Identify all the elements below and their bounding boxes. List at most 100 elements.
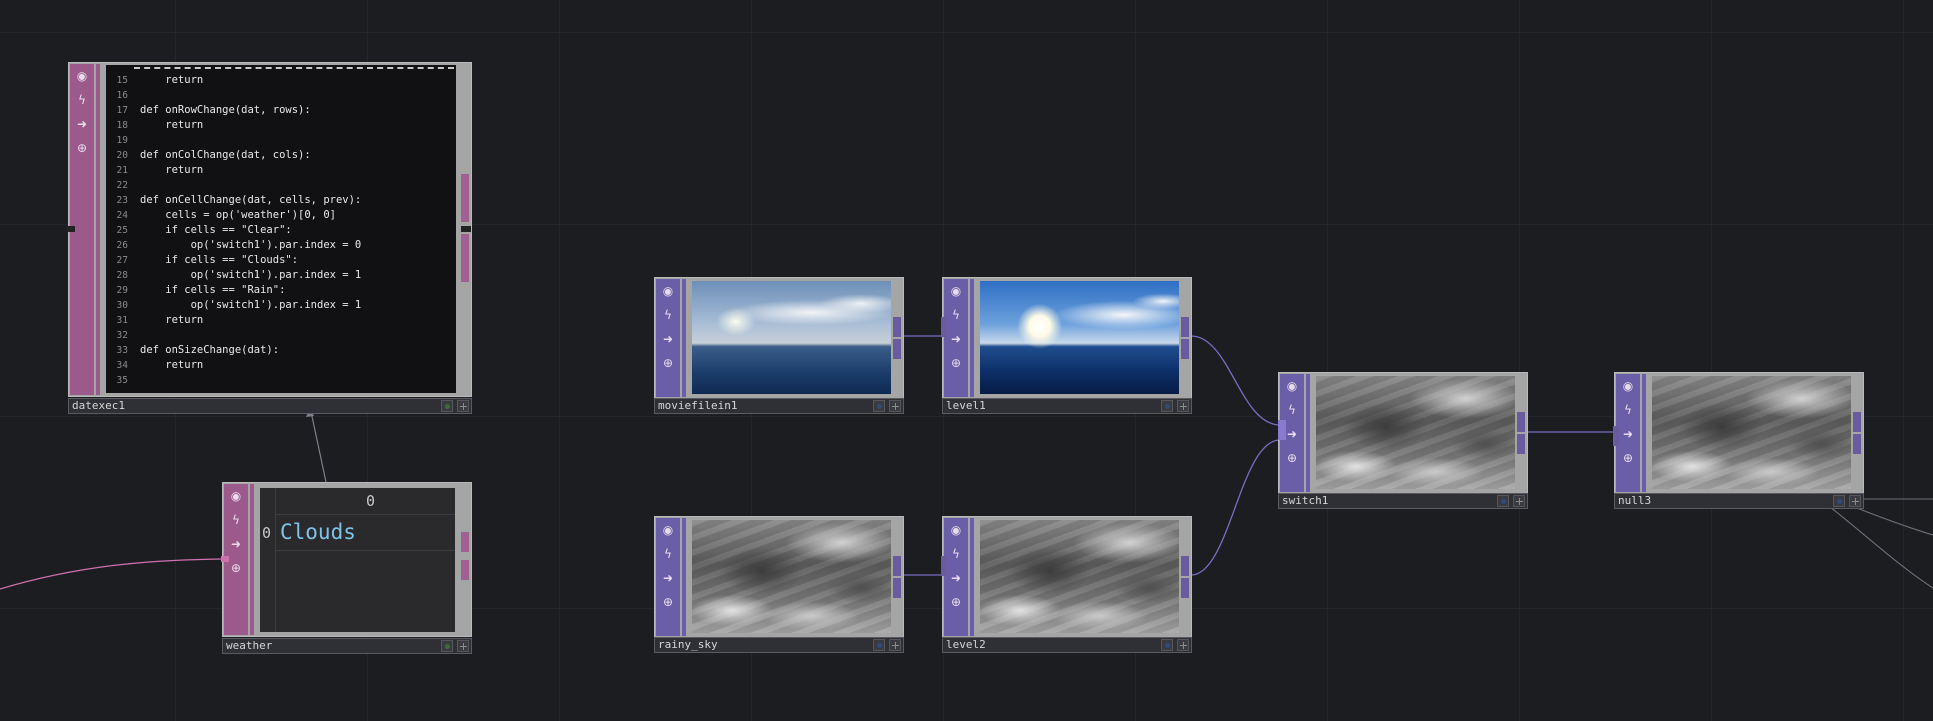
node-plus-button[interactable] [889,639,901,651]
output-port[interactable] [1853,434,1861,454]
code-line[interactable]: 18 return [106,118,456,133]
output-port[interactable] [461,560,469,580]
cook-icon[interactable]: ϟ [74,92,90,108]
node-name-bar[interactable]: switch1 [1278,493,1528,509]
node-bypass-button[interactable] [1161,639,1173,651]
moviefilein1-image-viewer[interactable] [692,281,891,394]
cook-icon[interactable]: ϟ [948,546,964,562]
output-port[interactable] [1181,556,1189,576]
node-name-bar[interactable]: level2 [942,637,1192,653]
output-port[interactable] [461,234,469,282]
lock-icon[interactable]: ⊕ [228,560,244,576]
viewer-toggle-icon[interactable]: ◉ [1620,378,1636,394]
code-line[interactable]: 27 if cells == "Clouds": [106,253,456,268]
output-port[interactable] [1181,317,1189,337]
node-datexec1[interactable]: ◉ ϟ ➜ ⊕ 15 return 16 17 def onRowChange(dat… [67,62,472,415]
code-line[interactable]: 19 [106,133,456,148]
node-name-bar[interactable]: weather [222,638,472,654]
node-rainy-sky[interactable]: ◉ ϟ ➜ ⊕ rainy_sky [654,516,904,656]
output-port[interactable] [1181,339,1189,359]
level2-image-viewer[interactable] [980,520,1179,633]
node-plus-button[interactable] [1849,495,1861,507]
node-plus-button[interactable] [457,640,469,652]
code-line[interactable]: 29 if cells == "Rain": [106,283,456,298]
node-bypass-button[interactable] [1833,495,1845,507]
export-arrow-icon[interactable]: ➜ [948,331,964,347]
viewer-toggle-icon[interactable]: ◉ [948,522,964,538]
code-line[interactable]: 22 [106,178,456,193]
node-bypass-button[interactable] [441,400,453,412]
viewer-toggle-icon[interactable]: ◉ [660,283,676,299]
input-port[interactable] [67,226,75,232]
viewer-toggle-icon[interactable]: ◉ [1284,378,1300,394]
wire-level2-to-switch1[interactable] [1190,439,1281,576]
output-port[interactable] [893,578,901,598]
export-arrow-icon[interactable]: ➜ [74,116,90,132]
switch1-image-viewer[interactable] [1316,376,1515,489]
input-port[interactable] [941,556,947,576]
output-port[interactable] [893,317,901,337]
node-bypass-button[interactable] [873,639,885,651]
datexec1-code-viewer[interactable]: 15 return 16 17 def onRowChange(dat, rows):… [106,65,456,393]
cook-icon[interactable]: ϟ [228,512,244,528]
node-switch1[interactable]: ◉ ϟ ➜ ⊕ switch1 [1278,372,1528,512]
output-port[interactable] [893,339,901,359]
viewer-toggle-icon[interactable]: ◉ [948,283,964,299]
lock-icon[interactable]: ⊕ [74,140,90,156]
cook-icon[interactable]: ϟ [1284,402,1300,418]
node-bypass-button[interactable] [441,640,453,652]
code-line[interactable]: 16 [106,88,456,103]
code-line[interactable]: 35 [106,373,456,388]
lock-icon[interactable]: ⊕ [1284,450,1300,466]
code-line[interactable]: 26 op('switch1').par.index = 0 [106,238,456,253]
node-name-bar[interactable]: datexec1 [68,398,472,414]
weather-table-viewer[interactable]: 0 0 Clouds [260,488,455,632]
lock-icon[interactable]: ⊕ [948,594,964,610]
export-arrow-icon[interactable]: ➜ [228,536,244,552]
export-arrow-icon[interactable]: ➜ [1284,426,1300,442]
code-line[interactable]: 30 op('switch1').par.index = 1 [106,298,456,313]
null3-image-viewer[interactable] [1652,376,1851,489]
cook-icon[interactable]: ϟ [1620,402,1636,418]
node-name-bar[interactable]: moviefilein1 [654,398,904,414]
code-line[interactable]: 23 def onCellChange(dat, cells, prev): [106,193,456,208]
viewer-toggle-icon[interactable]: ◉ [228,488,244,504]
table-cell[interactable]: Clouds [280,517,356,547]
node-bypass-button[interactable] [1497,495,1509,507]
cook-icon[interactable]: ϟ [948,307,964,323]
output-port[interactable] [893,556,901,576]
code-line[interactable]: 31 return [106,313,456,328]
node-name-bar[interactable]: null3 [1614,493,1864,509]
node-weather[interactable]: ◉ ϟ ➜ ⊕ 0 0 Clouds weather [221,482,472,655]
code-line[interactable]: 25 if cells == "Clear": [106,223,456,238]
export-arrow-icon[interactable]: ➜ [660,570,676,586]
node-null3[interactable]: ◉ ϟ ➜ ⊕ null3 [1613,372,1864,512]
input-port[interactable] [941,317,947,337]
node-plus-button[interactable] [889,400,901,412]
cook-icon[interactable]: ϟ [660,307,676,323]
node-bypass-button[interactable] [873,400,885,412]
lock-icon[interactable]: ⊕ [1620,450,1636,466]
output-port-marker[interactable] [461,226,471,232]
output-port[interactable] [1517,434,1525,454]
export-arrow-icon[interactable]: ➜ [660,331,676,347]
node-name-bar[interactable]: level1 [942,398,1192,414]
code-line[interactable]: 28 op('switch1').par.index = 1 [106,268,456,283]
node-level2[interactable]: ◉ ϟ ➜ ⊕ level2 [941,516,1192,656]
export-arrow-icon[interactable]: ➜ [1620,426,1636,442]
export-arrow-icon[interactable]: ➜ [948,570,964,586]
code-editor[interactable]: 15 return 16 17 def onRowChange(dat, rows):… [106,65,456,393]
node-name-bar[interactable]: rainy_sky [654,637,904,653]
input-port[interactable] [221,556,229,562]
input-port[interactable] [1613,426,1619,446]
wire-weather-to-datexec1[interactable] [309,406,327,483]
viewer-toggle-icon[interactable]: ◉ [660,522,676,538]
lock-icon[interactable]: ⊕ [660,594,676,610]
level1-image-viewer[interactable] [980,281,1179,394]
output-port[interactable] [461,174,469,222]
lock-icon[interactable]: ⊕ [948,355,964,371]
cook-icon[interactable]: ϟ [660,546,676,562]
code-line[interactable]: 32 [106,328,456,343]
code-line[interactable]: 34 return [106,358,456,373]
wire-level1-to-switch1[interactable] [1190,335,1281,426]
